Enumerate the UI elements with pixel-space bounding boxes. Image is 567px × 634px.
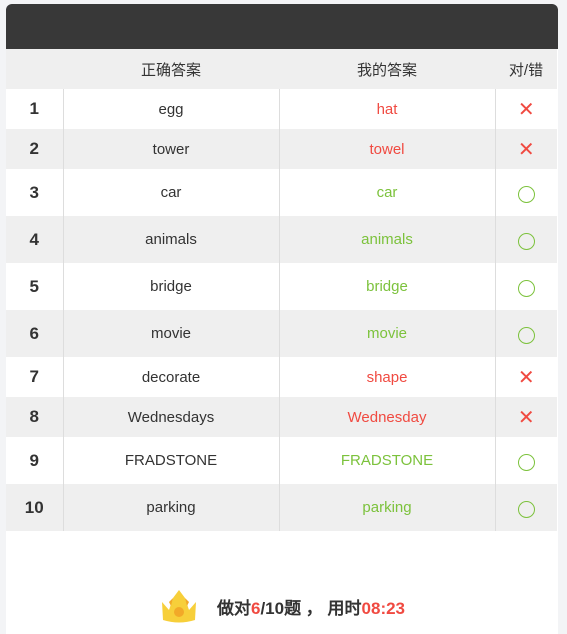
circle-icon [517,454,535,471]
x-icon: ✕ [517,366,535,389]
result-cell: ✕ [494,89,557,129]
table-row: 7 decorate shape ✕ [6,357,557,397]
my-answer: animals [278,216,495,263]
x-icon: ✕ [517,406,535,429]
table-row: 4 animals animals [6,216,557,263]
col-correct-answer: 正确答案 [63,49,279,89]
row-number: 9 [29,450,39,470]
table-row: 3 car car [6,169,557,216]
correct-answer: tower [62,129,279,169]
row-number: 5 [29,276,39,296]
my-answer: movie [278,310,495,357]
result-cell [494,484,557,531]
result-cell: ✕ [494,357,557,397]
header-bar [6,4,558,49]
my-answer: shape [278,357,495,397]
result-cell [494,310,557,357]
x-icon: ✕ [517,98,535,121]
my-answer: car [278,169,495,216]
col-result: 对/错 [495,49,557,89]
row-number: 1 [29,99,39,118]
result-cell [494,263,557,310]
correct-answer: decorate [62,357,279,397]
correct-answer: car [62,169,279,216]
table-row: 5 bridge bridge [6,263,557,310]
row-number: 3 [29,182,39,202]
my-answer: parking [278,484,495,531]
x-icon: ✕ [517,138,535,161]
summary-prefix: 做对 [216,598,251,618]
correct-answer: Wednesdays [62,397,279,437]
table-row: 10 parking parking [6,484,557,531]
elapsed-time: 08:23 [361,598,406,618]
row-number: 7 [29,367,39,386]
summary-total: /10题 ， 用时 [260,598,362,618]
col-index [6,49,63,89]
my-answer: FRADSTONE [278,437,495,484]
results-table: 正确答案 我的答案 对/错 1 egg hat ✕ 2 tower towel ✕… [6,49,557,531]
summary: 做对6/10题 ， 用时08:23 [6,590,558,629]
crown-icon [159,590,199,629]
my-answer: bridge [278,263,495,310]
correct-answer: FRADSTONE [62,437,279,484]
circle-icon [517,186,535,203]
table-row: 2 tower towel ✕ [6,129,557,169]
table-row: 9 FRADSTONE FRADSTONE [6,437,557,484]
row-number: 8 [6,397,63,437]
circle-icon [517,327,535,344]
circle-icon [517,280,535,297]
result-cell [494,437,557,484]
table-row: 6 movie movie [6,310,557,357]
correct-answer: parking [62,484,279,531]
result-cell [494,169,557,216]
my-answer: towel [278,129,495,169]
correct-answer: bridge [62,263,279,310]
correct-answer: movie [62,310,279,357]
row-number: 6 [6,310,63,357]
circle-icon [517,233,535,250]
result-cell: ✕ [494,397,557,437]
table-header: 正确答案 我的答案 对/错 [6,49,557,89]
correct-answer: animals [62,216,279,263]
my-answer: hat [278,89,495,129]
row-number: 10 [6,484,63,531]
result-cell: ✕ [494,129,557,169]
circle-icon [517,501,535,518]
my-answer: Wednesday [278,397,495,437]
row-number: 2 [6,129,63,169]
result-card: 正确答案 我的答案 对/错 1 egg hat ✕ 2 tower towel ✕… [6,4,558,634]
table-row: 8 Wednesdays Wednesday ✕ [6,397,557,437]
col-my-answer: 我的答案 [279,49,495,89]
row-number: 4 [6,216,63,263]
correct-answer: egg [62,89,279,129]
table-row: 1 egg hat ✕ [6,89,557,129]
result-cell [494,216,557,263]
